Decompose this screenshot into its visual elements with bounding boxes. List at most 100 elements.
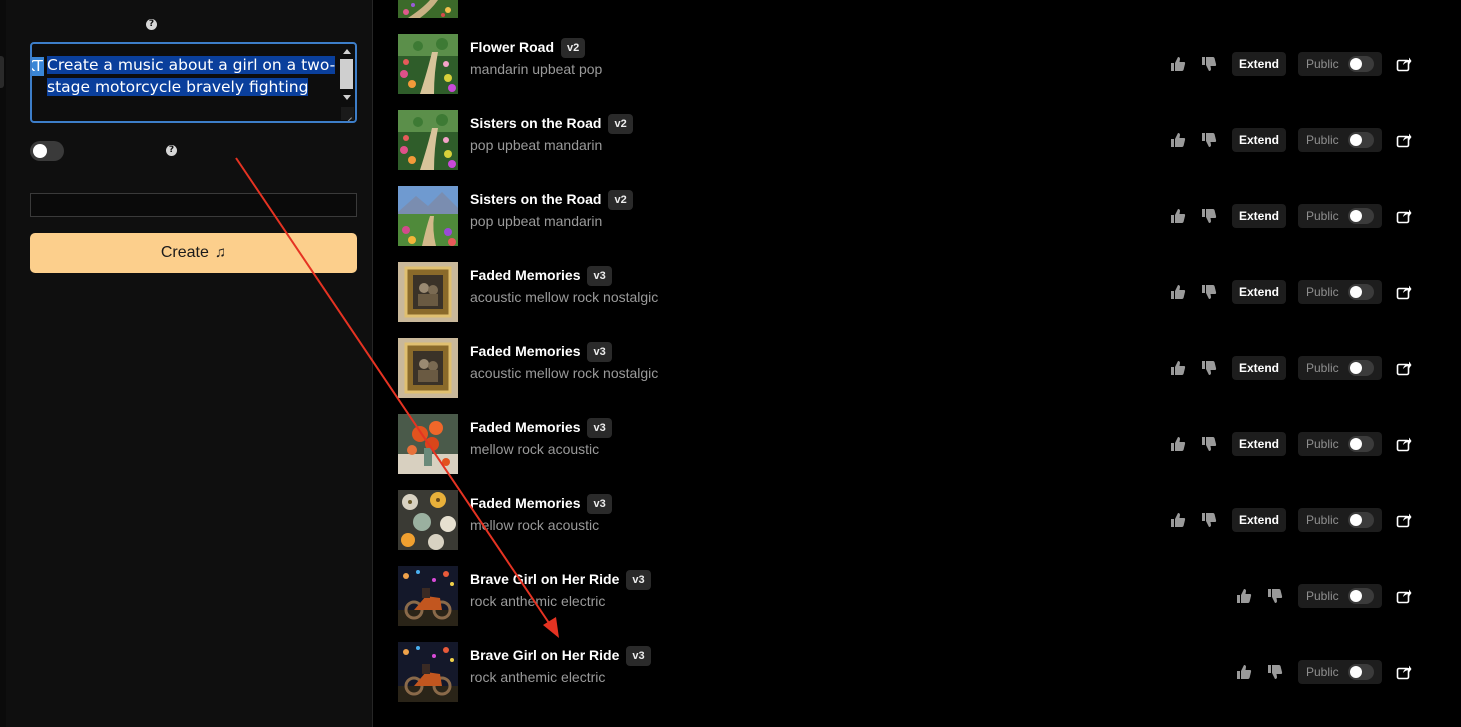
song-cover-image[interactable]: [398, 186, 458, 246]
song-row[interactable]: Faded Memories v3 mellow rock acoustic Exte…: [398, 490, 1428, 550]
song-cover-image[interactable]: [398, 34, 458, 94]
share-icon[interactable]: [1396, 208, 1412, 224]
share-icon[interactable]: [1396, 284, 1412, 300]
public-toggle-group[interactable]: Public: [1298, 584, 1382, 608]
public-toggle-group[interactable]: Public: [1298, 432, 1382, 456]
song-cover-image[interactable]: [398, 262, 458, 322]
thumbs-up-icon[interactable]: [1170, 208, 1186, 224]
song-row[interactable]: Faded Memories v3 acoustic mellow rock nos…: [398, 262, 1428, 322]
share-icon[interactable]: [1396, 436, 1412, 452]
public-toggle[interactable]: [1348, 664, 1374, 680]
title-input[interactable]: [30, 193, 357, 217]
song-style-tags: mandarin upbeat pop: [470, 61, 603, 77]
song-row[interactable]: Flower Road v2 mandarin upbeat pop Extend Pu…: [398, 34, 1428, 94]
public-toggle-group[interactable]: Public: [1298, 508, 1382, 532]
public-toggle[interactable]: [1348, 132, 1374, 148]
scrollbar-thumb[interactable]: [340, 59, 353, 89]
extend-button[interactable]: Extend: [1232, 356, 1286, 380]
share-icon[interactable]: [1396, 360, 1412, 376]
extend-button[interactable]: Extend: [1232, 128, 1286, 152]
scroll-down-icon[interactable]: [343, 95, 351, 100]
song-cover-image[interactable]: [398, 110, 458, 170]
song-row[interactable]: Brave Girl on Her Ride v3 rock anthemic el…: [398, 566, 1428, 626]
song-title[interactable]: Faded Memories v3: [470, 342, 612, 362]
thumbs-down-icon[interactable]: [1267, 588, 1283, 604]
thumbs-up-icon[interactable]: [1236, 588, 1252, 604]
public-toggle-group[interactable]: Public: [1298, 356, 1382, 380]
public-toggle-group[interactable]: Public: [1298, 204, 1382, 228]
public-label: Public: [1306, 133, 1339, 147]
public-toggle[interactable]: [1348, 56, 1374, 72]
app-root: ? KT Create a music about a girl on a tw…: [0, 0, 1461, 727]
public-toggle-group[interactable]: Public: [1298, 660, 1382, 684]
thumbs-up-icon[interactable]: [1170, 512, 1186, 528]
thumbs-up-icon[interactable]: [1170, 284, 1186, 300]
song-title[interactable]: Faded Memories v3: [470, 494, 612, 514]
scroll-up-icon[interactable]: [343, 49, 351, 54]
public-label: Public: [1306, 285, 1339, 299]
share-icon[interactable]: [1396, 132, 1412, 148]
thumbs-down-icon[interactable]: [1201, 284, 1217, 300]
song-row[interactable]: Brave Girl on Her Ride v3 rock anthemic el…: [398, 642, 1428, 702]
thumbs-up-icon[interactable]: [1170, 132, 1186, 148]
resize-grip-icon[interactable]: [341, 107, 354, 120]
public-toggle[interactable]: [1348, 284, 1374, 300]
song-title[interactable]: Sisters on the Road v2: [470, 190, 633, 210]
thumbs-up-icon[interactable]: [1170, 56, 1186, 72]
textarea-scrollbar[interactable]: [339, 46, 354, 106]
song-title[interactable]: Brave Girl on Her Ride v3: [470, 570, 651, 590]
song-description-textarea[interactable]: KT Create a music about a girl on a two-…: [30, 42, 357, 123]
song-row[interactable]: Sisters on the Road v2 pop upbeat mandarin…: [398, 110, 1428, 170]
share-icon[interactable]: [1396, 512, 1412, 528]
share-icon[interactable]: [1396, 588, 1412, 604]
thumbs-down-icon[interactable]: [1201, 436, 1217, 452]
song-row[interactable]: Faded Memories v3 acoustic mellow rock nos…: [398, 338, 1428, 398]
model-version-badge: v3: [626, 570, 651, 590]
song-row[interactable]: Sisters on the Road v2 pop upbeat mandarin…: [398, 186, 1428, 246]
prompt-text[interactable]: Create a music about a girl on a two-sta…: [47, 54, 337, 98]
public-toggle[interactable]: [1348, 512, 1374, 528]
song-cover-image[interactable]: [398, 566, 458, 626]
public-toggle[interactable]: [1348, 208, 1374, 224]
public-toggle-group[interactable]: Public: [1298, 128, 1382, 152]
public-toggle[interactable]: [1348, 360, 1374, 376]
thumbs-up-icon[interactable]: [1170, 360, 1186, 376]
thumbs-down-icon[interactable]: [1201, 512, 1217, 528]
song-cover-image[interactable]: [398, 414, 458, 474]
public-toggle[interactable]: [1348, 588, 1374, 604]
song-title[interactable]: Brave Girl on Her Ride v3: [470, 646, 651, 666]
extend-button[interactable]: Extend: [1232, 432, 1286, 456]
thumbs-down-icon[interactable]: [1201, 360, 1217, 376]
song-title[interactable]: Faded Memories v3: [470, 266, 612, 286]
thumbs-down-icon[interactable]: [1201, 208, 1217, 224]
thumbs-down-icon[interactable]: [1201, 56, 1217, 72]
extend-button[interactable]: Extend: [1232, 52, 1286, 76]
song-cover-partial[interactable]: [398, 0, 458, 18]
extend-button[interactable]: Extend: [1232, 280, 1286, 304]
share-icon[interactable]: [1396, 664, 1412, 680]
song-title[interactable]: Faded Memories v3: [470, 418, 612, 438]
song-title[interactable]: Sisters on the Road v2: [470, 114, 633, 134]
song-cover-image[interactable]: [398, 490, 458, 550]
create-button[interactable]: Create ♫: [30, 233, 357, 273]
thumbs-up-icon[interactable]: [1236, 664, 1252, 680]
song-cover-image[interactable]: [398, 338, 458, 398]
thumbs-down-icon[interactable]: [1201, 132, 1217, 148]
help-icon[interactable]: ?: [166, 145, 177, 156]
song-title-text: Brave Girl on Her Ride: [470, 571, 620, 587]
song-row[interactable]: Faded Memories v3 mellow rock acoustic Exte…: [398, 414, 1428, 474]
public-toggle-group[interactable]: Public: [1298, 52, 1382, 76]
public-toggle[interactable]: [1348, 436, 1374, 452]
public-toggle-group[interactable]: Public: [1298, 280, 1382, 304]
extend-button[interactable]: Extend: [1232, 204, 1286, 228]
thumbs-up-icon[interactable]: [1170, 436, 1186, 452]
song-cover-image[interactable]: [398, 642, 458, 702]
song-title[interactable]: Flower Road v2: [470, 38, 586, 58]
translation-badge-icon[interactable]: KT: [32, 57, 44, 76]
extend-button[interactable]: Extend: [1232, 508, 1286, 532]
side-rail-handle[interactable]: [0, 56, 4, 88]
share-icon[interactable]: [1396, 56, 1412, 72]
thumbs-down-icon[interactable]: [1267, 664, 1283, 680]
instrumental-toggle[interactable]: [30, 141, 64, 161]
help-icon[interactable]: ?: [146, 19, 157, 30]
